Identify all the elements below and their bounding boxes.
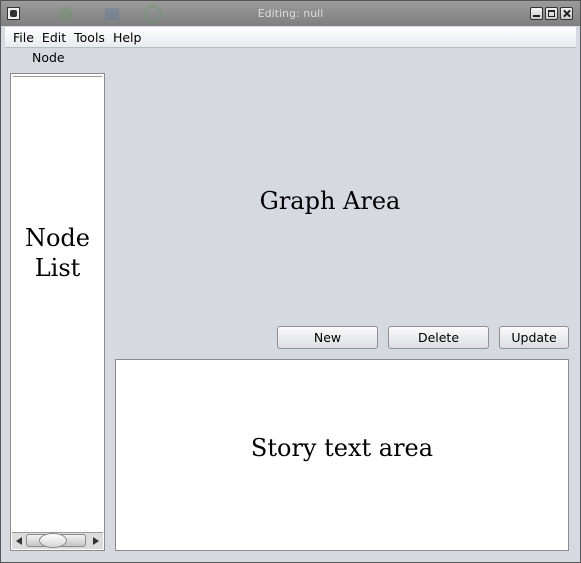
graph-area[interactable]: Graph Area [115, 187, 545, 215]
scroll-left-icon[interactable] [16, 537, 22, 545]
horizontal-scrollbar[interactable] [12, 532, 103, 549]
node-header-label: Node [32, 50, 65, 65]
delete-button[interactable]: Delete [388, 326, 489, 349]
update-button[interactable]: Update [499, 326, 569, 349]
close-icon[interactable] [560, 7, 573, 20]
maximize-icon[interactable] [545, 7, 558, 20]
new-button[interactable]: New [277, 326, 378, 349]
editor-window: Editing: null File Edit Tools Help Node … [0, 0, 581, 563]
window-title: Editing: null [257, 7, 324, 20]
story-text-area[interactable]: Story text area [115, 359, 569, 551]
scroll-thumb[interactable] [26, 533, 86, 548]
node-list[interactable]: Node List [10, 73, 105, 551]
story-placeholder: Story text area [250, 434, 434, 462]
minimize-icon[interactable] [530, 7, 543, 20]
node-list-placeholder: Node List [11, 223, 104, 283]
list-top-divider [13, 76, 102, 77]
scroll-right-icon[interactable] [93, 537, 99, 545]
menu-bar: File Edit Tools Help [5, 27, 576, 48]
menu-file[interactable]: File [13, 30, 34, 45]
title-bar[interactable]: Editing: null [1, 1, 580, 26]
menu-help[interactable]: Help [113, 30, 142, 45]
menu-tools[interactable]: Tools [74, 30, 105, 45]
node-list-text: Node List [24, 224, 90, 282]
menu-edit[interactable]: Edit [42, 30, 66, 45]
